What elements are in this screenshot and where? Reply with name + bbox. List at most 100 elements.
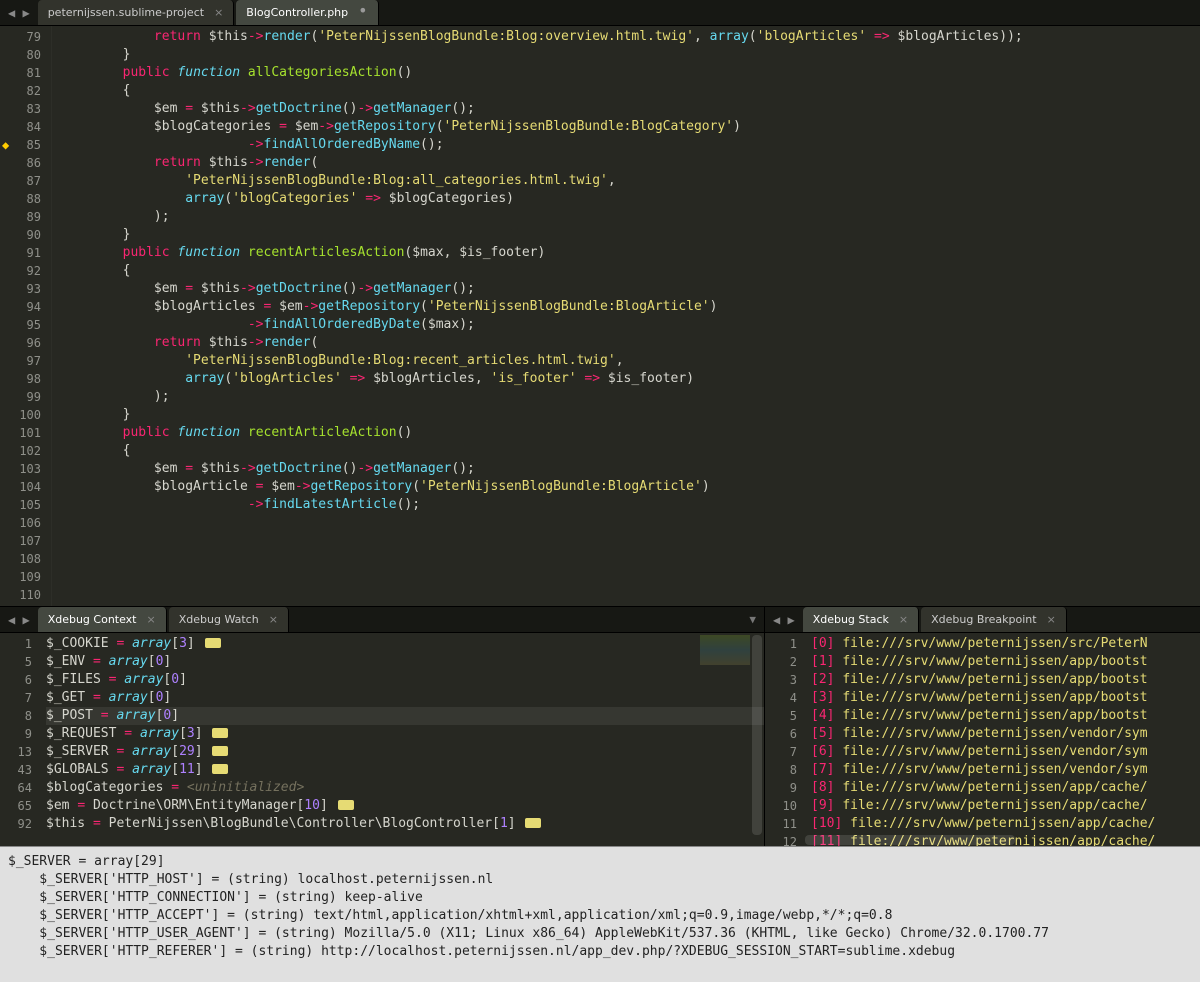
stack-frame[interactable]: [3] file:///srv/www/peternijssen/app/boo… [811,689,1200,707]
code-line[interactable]: ); [60,208,1200,226]
stack-frame[interactable]: [5] file:///srv/www/peternijssen/vendor/… [811,725,1200,743]
code-line[interactable]: return $this->render( [60,334,1200,352]
code-line[interactable]: { [60,262,1200,280]
line-number[interactable]: 84 [0,118,41,136]
context-line[interactable]: $em = Doctrine\ORM\EntityManager[10] [46,797,764,815]
line-number[interactable]: ◆85 [0,136,41,154]
close-icon[interactable]: × [214,6,223,19]
nav-arrows-left[interactable]: ◀ ▶ [0,607,38,632]
main-editor[interactable]: 798081828384◆858687888990919293949596979… [0,26,1200,606]
code-line[interactable]: { [60,82,1200,100]
nav-arrows[interactable]: ◀ ▶ [0,0,38,25]
tab-top_tabs-1[interactable]: BlogController.php• [236,0,378,25]
line-number[interactable]: 93 [0,280,41,298]
tab-left_tabs-1[interactable]: Xdebug Watch× [169,607,289,632]
context-line[interactable]: $_SERVER = array[29] [46,743,764,761]
line-number[interactable]: 98 [0,370,41,388]
line-number[interactable]: 109 [0,568,41,586]
line-number[interactable]: 91 [0,244,41,262]
line-number[interactable]: 99 [0,388,41,406]
line-number[interactable]: 83 [0,100,41,118]
stack-code[interactable]: [0] file:///srv/www/peternijssen/src/Pet… [805,633,1200,846]
code-line[interactable]: { [60,442,1200,460]
close-icon[interactable]: × [269,613,278,626]
line-number[interactable]: 107 [0,532,41,550]
context-line[interactable]: $blogCategories = <uninitialized> [46,779,764,797]
xdebug-stack-body[interactable]: 123456789101112 [0] file:///srv/www/pete… [765,633,1200,846]
context-code[interactable]: $_COOKIE = array[3] $_ENV = array[0]$_FI… [40,633,764,846]
code-line[interactable]: return $this->render( [60,154,1200,172]
tab-left_tabs-0[interactable]: Xdebug Context× [38,607,167,632]
code-line[interactable]: ); [60,388,1200,406]
context-line[interactable]: $_COOKIE = array[3] [46,635,764,653]
line-number[interactable]: 80 [0,46,41,64]
code-line[interactable]: array('blogArticles' => $blogArticles, '… [60,370,1200,388]
code-line[interactable]: } [60,46,1200,64]
code-line[interactable]: array('blogCategories' => $blogCategorie… [60,190,1200,208]
nav-arrows-right[interactable]: ◀ ▶ [765,607,803,632]
breakpoint-icon[interactable]: ◆ [2,136,9,154]
line-number[interactable]: 90 [0,226,41,244]
line-number[interactable]: 88 [0,190,41,208]
stack-frame[interactable]: [9] file:///srv/www/peternijssen/app/cac… [811,797,1200,815]
code-line[interactable]: } [60,406,1200,424]
code-line[interactable]: } [60,226,1200,244]
close-icon[interactable]: × [899,613,908,626]
context-line[interactable]: $_REQUEST = array[3] [46,725,764,743]
code-line[interactable]: public function recentArticlesAction($ma… [60,244,1200,262]
stack-frame[interactable]: [0] file:///srv/www/peternijssen/src/Pet… [811,635,1200,653]
code-line[interactable]: return $this->render('PeterNijssenBlogBu… [60,28,1200,46]
context-line[interactable]: $_ENV = array[0] [46,653,764,671]
line-number[interactable]: 95 [0,316,41,334]
line-number[interactable]: 105 [0,496,41,514]
line-number[interactable]: 100 [0,406,41,424]
line-number[interactable]: 101 [0,424,41,442]
line-number[interactable]: 97 [0,352,41,370]
line-number[interactable]: 106 [0,514,41,532]
line-number[interactable]: 86 [0,154,41,172]
tab-right_tabs-0[interactable]: Xdebug Stack× [803,607,919,632]
code-line[interactable]: $blogArticles = $em->getRepository('Pete… [60,298,1200,316]
stack-frame[interactable]: [4] file:///srv/www/peternijssen/app/boo… [811,707,1200,725]
context-line[interactable]: $_GET = array[0] [46,689,764,707]
line-number[interactable]: 96 [0,334,41,352]
panel-menu-icon[interactable]: ▼ [741,607,764,632]
line-number[interactable]: 94 [0,298,41,316]
close-icon[interactable]: × [1047,613,1056,626]
code-line[interactable]: ->findAllOrderedByDate($max); [60,316,1200,334]
stack-frame[interactable]: [2] file:///srv/www/peternijssen/app/boo… [811,671,1200,689]
line-number[interactable]: 81 [0,64,41,82]
line-number[interactable]: 87 [0,172,41,190]
code-line[interactable]: public function allCategoriesAction() [60,64,1200,82]
line-number[interactable]: 89 [0,208,41,226]
stack-frame[interactable]: [8] file:///srv/www/peternijssen/app/cac… [811,779,1200,797]
stack-frame[interactable]: [6] file:///srv/www/peternijssen/vendor/… [811,743,1200,761]
code-line[interactable]: public function recentArticleAction() [60,424,1200,442]
line-number[interactable]: 102 [0,442,41,460]
console-output[interactable]: $_SERVER = array[29] $_SERVER['HTTP_HOST… [0,846,1200,982]
line-number[interactable]: 82 [0,82,41,100]
stack-frame[interactable]: [7] file:///srv/www/peternijssen/vendor/… [811,761,1200,779]
code-line[interactable]: $em = $this->getDoctrine()->getManager()… [60,100,1200,118]
scrollbar-horizontal[interactable] [805,835,1015,845]
code-line[interactable]: $blogCategories = $em->getRepository('Pe… [60,118,1200,136]
code-line[interactable]: ->findAllOrderedByName(); [60,136,1200,154]
editor-code[interactable]: return $this->render('PeterNijssenBlogBu… [52,26,1200,606]
line-number[interactable]: 108 [0,550,41,568]
tab-right_tabs-1[interactable]: Xdebug Breakpoint× [921,607,1067,632]
code-line[interactable]: $em = $this->getDoctrine()->getManager()… [60,280,1200,298]
line-number[interactable]: 103 [0,460,41,478]
xdebug-context-body[interactable]: 1567891343646592 $_COOKIE = array[3] $_E… [0,633,764,846]
line-number[interactable]: 92 [0,262,41,280]
code-line[interactable]: $em = $this->getDoctrine()->getManager()… [60,460,1200,478]
context-line[interactable]: $GLOBALS = array[11] [46,761,764,779]
code-line[interactable]: 'PeterNijssenBlogBundle:Blog:all_categor… [60,172,1200,190]
code-line[interactable]: 'PeterNijssenBlogBundle:Blog:recent_arti… [60,352,1200,370]
minimap[interactable] [700,635,750,665]
context-line[interactable]: $_POST = array[0] [46,707,764,725]
code-line[interactable]: ->findLatestArticle(); [60,496,1200,514]
stack-frame[interactable]: [1] file:///srv/www/peternijssen/app/boo… [811,653,1200,671]
scrollbar-vertical[interactable] [752,635,762,835]
context-line[interactable]: $this = PeterNijssen\BlogBundle\Controll… [46,815,764,833]
tab-top_tabs-0[interactable]: peternijssen.sublime-project× [38,0,235,25]
